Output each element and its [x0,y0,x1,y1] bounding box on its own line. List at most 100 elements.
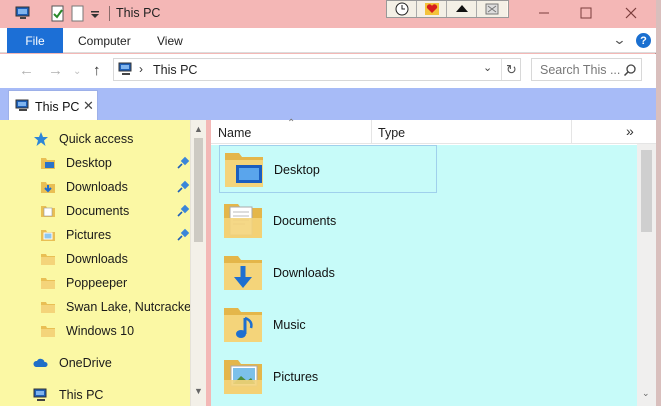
sidebar-item-onedrive[interactable]: OneDrive [33,352,112,374]
maximize-button[interactable] [565,0,607,26]
column-name[interactable]: Name [218,126,251,140]
sort-ascending-icon: ⌃ [287,118,296,129]
search-box[interactable]: Search This ... [531,58,642,81]
documents-folder-icon [41,206,55,217]
expand-ribbon-icon[interactable]: ⌄ [612,32,626,48]
customize-dropdown-icon[interactable] [89,5,101,22]
sidebar-item-label: Pictures [66,228,112,242]
computer-icon[interactable] [14,5,32,22]
up-arrow-icon[interactable]: ↑ [93,62,101,79]
sidebar-item-label: Downloads [66,180,128,194]
scroll-down-icon[interactable]: ▼ [194,386,203,396]
recent-locations-icon[interactable]: ⌄ [73,66,81,77]
column-header: ⌃ Name Type » [211,118,656,144]
sidebar-item-label: OneDrive [59,356,112,370]
list-item[interactable]: Music [219,301,437,349]
pictures-folder-icon [41,230,55,241]
window-title: This PC [116,6,161,20]
minimize-button[interactable] [523,0,565,26]
new-folder-icon[interactable] [69,5,87,22]
sidebar-item-quick-access[interactable]: Quick access [33,128,133,150]
file-list: ⌃ Name Type » Desktop Documents Download… [211,118,656,406]
music-folder-icon [224,308,262,342]
back-arrow-icon[interactable]: ← [19,62,34,79]
star-icon [34,132,48,146]
tab-this-pc[interactable]: This PC ✕ [8,90,98,120]
desktop-folder-icon [225,153,263,187]
search-input[interactable]: Search This ... [540,63,620,77]
sidebar-item-label: Desktop [66,156,112,170]
downloads-folder-icon [41,182,55,193]
help-icon[interactable]: ? [636,33,651,48]
sidebar-item-this-pc[interactable]: This PC [33,384,103,406]
scroll-down-icon[interactable]: ⌄ [642,388,650,399]
sidebar-item-label: Windows 10 [66,324,135,338]
sidebar-item-windows-10[interactable]: Windows 10 [40,320,134,342]
close-button[interactable] [610,0,652,26]
file-tab[interactable]: File [7,28,63,53]
file-list-scroll-thumb[interactable] [641,150,652,232]
properties-icon[interactable] [49,5,67,22]
pin-icon[interactable] [176,180,190,194]
clock-icon[interactable] [387,1,417,17]
tray-toolbar [386,0,509,18]
tab-computer[interactable]: Computer [78,34,131,48]
desktop-folder-icon [41,158,55,169]
refresh-icon[interactable]: ↻ [501,59,521,80]
close-tab-icon[interactable]: ✕ [83,98,94,114]
pin-icon[interactable] [176,204,190,218]
item-label: Downloads [273,266,335,280]
item-label: Documents [273,214,337,228]
tab-label: This PC [35,100,80,114]
breadcrumb-chevron-icon[interactable]: › [139,62,143,76]
list-item[interactable]: Pictures [219,353,437,401]
scroll-up-icon[interactable]: ▲ [194,124,203,134]
list-item[interactable]: Documents [219,197,437,245]
computer-icon [118,62,132,75]
sidebar-item-label: Swan Lake, Nutcracker, ( [66,300,206,314]
eject-icon[interactable] [447,1,477,17]
sidebar-item-swan-lake[interactable]: Swan Lake, Nutcracker, ( [40,296,206,318]
list-item[interactable]: Desktop [219,145,437,193]
sidebar-item-downloads[interactable]: Downloads [40,176,128,198]
files-area: Desktop Documents Downloads Music Pictur… [211,145,637,406]
breadcrumb[interactable]: This PC [153,63,197,77]
more-columns-icon[interactable]: » [626,123,634,139]
title-separator [109,6,110,21]
heart-icon[interactable] [417,1,447,17]
tab-view[interactable]: View [157,34,183,48]
sidebar-item-label: Quick access [59,132,134,146]
column-type[interactable]: Type [378,126,405,140]
title-bar: This PC [0,0,656,28]
sidebar-item-documents[interactable]: Documents [40,200,129,222]
computer-icon [33,388,47,401]
sidebar-item-label: Downloads [66,252,128,266]
sidebar-item-pictures[interactable]: Pictures [40,224,111,246]
column-divider[interactable] [371,120,372,144]
sidebar-scrollbar[interactable]: ▲ ▼ [190,120,206,406]
sidebar-scroll-thumb[interactable] [194,138,203,242]
sidebar-item-poppeeper[interactable]: Poppeeper [40,272,127,294]
search-icon[interactable] [623,63,637,77]
folder-icon [41,278,55,289]
list-item[interactable]: Downloads [219,249,437,297]
pictures-folder-icon [224,360,262,394]
pin-icon[interactable] [176,228,190,242]
forward-arrow-icon[interactable]: → [48,62,63,79]
sidebar-item-label: This PC [59,388,104,402]
window-icon[interactable] [477,1,507,17]
column-divider[interactable] [571,120,572,144]
item-label: Music [273,318,306,332]
sidebar-item-label: Poppeeper [66,276,128,290]
downloads-folder-icon [224,256,262,290]
item-label: Desktop [274,163,320,177]
address-dropdown-icon[interactable]: ⌄ [483,61,492,74]
sidebar-item-label: Documents [66,204,130,218]
sidebar-item-downloads-folder[interactable]: Downloads [40,248,128,270]
folder-icon [41,326,55,337]
pin-icon[interactable] [176,156,190,170]
item-label: Pictures [273,370,319,384]
file-list-scrollbar[interactable]: ⌄ [637,144,656,406]
sidebar-item-desktop[interactable]: Desktop [40,152,112,174]
address-bar[interactable]: › This PC ⌄ ↻ [113,58,521,81]
